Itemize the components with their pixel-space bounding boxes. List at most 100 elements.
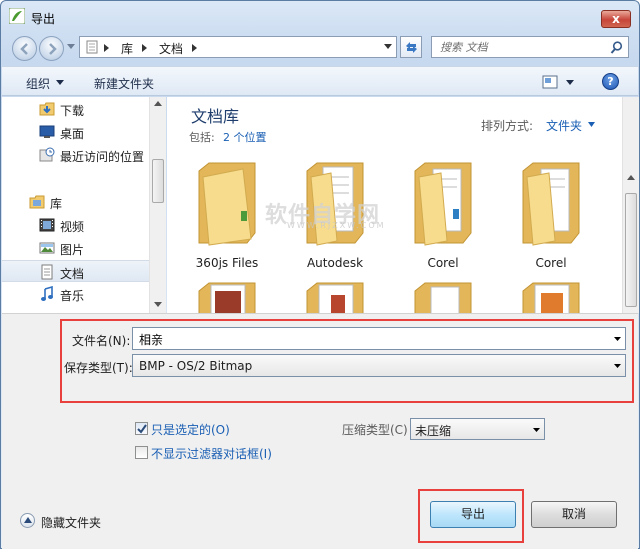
file-item-label: Corel <box>427 256 459 270</box>
no-filter-dialog-checkbox[interactable] <box>135 446 148 459</box>
picture-library-icon <box>39 242 55 254</box>
save-type-value: BMP - OS/2 Bitmap <box>139 359 253 373</box>
chevron-down-icon[interactable] <box>533 428 540 432</box>
address-bar[interactable]: 库 文档 <box>79 36 397 58</box>
folder-item-row2[interactable] <box>177 279 277 313</box>
folder-with-pictures-icon <box>198 282 256 313</box>
export-dialog: 导出 x 库 文档 搜索 文档 组织 新建文件夹 ? 下载 桌面 最近访问的位置… <box>0 0 640 549</box>
folder-icon <box>198 162 256 246</box>
file-item-label: Autodesk <box>306 256 364 270</box>
folder-with-documents-icon <box>414 162 472 246</box>
chevron-down-icon[interactable] <box>614 364 621 368</box>
breadcrumb-separator-icon[interactable] <box>192 44 197 52</box>
folder-item-corel-2[interactable]: Corel <box>501 159 601 279</box>
breadcrumb-separator-icon[interactable] <box>104 44 109 52</box>
navigation-scrollbar[interactable] <box>149 97 166 313</box>
scroll-up-arrow-icon[interactable] <box>627 175 635 180</box>
library-includes-label: 包括: <box>189 131 215 144</box>
folder-item-row2[interactable] <box>285 279 385 313</box>
address-history-chevron-down-icon[interactable] <box>384 44 392 50</box>
hide-folders-label[interactable]: 隐藏文件夹 <box>41 514 101 531</box>
new-folder-button[interactable]: 新建文件夹 <box>94 75 154 92</box>
view-options-chevron-down-icon[interactable] <box>566 80 574 85</box>
search-icon[interactable] <box>610 41 623 54</box>
help-icon[interactable]: ? <box>602 73 619 90</box>
nav-item-videos[interactable]: 视频 <box>2 214 149 236</box>
nav-item-label: 音乐 <box>60 289 85 303</box>
scroll-down-arrow-icon[interactable] <box>154 302 162 307</box>
library-title: 文档库 <box>191 107 240 126</box>
save-options-area: 文件名(N): 保存类型(T): BMP - OS/2 Bitmap 只是选定的… <box>2 313 638 549</box>
nav-item-label: 库 <box>50 197 63 211</box>
recent-places-icon <box>39 147 55 162</box>
search-box[interactable] <box>431 36 629 58</box>
command-toolbar: 组织 新建文件夹 ? <box>2 66 638 96</box>
nav-item-music[interactable]: 音乐 <box>2 283 149 305</box>
nav-item-label: 图片 <box>60 243 85 257</box>
file-item-label: 360js Files <box>195 256 259 270</box>
cancel-button[interactable]: 取消 <box>531 501 617 528</box>
compression-type-label: 压缩类型(C) <box>342 423 408 437</box>
filename-input[interactable] <box>137 331 597 347</box>
arrange-by-dropdown[interactable]: 文件夹 <box>546 117 582 134</box>
nav-item-libraries[interactable]: 库 <box>2 191 149 213</box>
checkmark-icon <box>137 424 147 434</box>
file-list-pane: 文档库 包括: 2 个位置 排列方式: 文件夹 360js Files Auto… <box>167 97 622 313</box>
arrange-chevron-down-icon[interactable] <box>588 122 595 127</box>
folder-item-360js-files[interactable]: 360js Files <box>177 159 277 279</box>
export-button[interactable]: 导出 <box>430 501 516 528</box>
refresh-icon <box>406 42 417 53</box>
video-library-icon <box>39 218 55 232</box>
file-list-scrollbar[interactable] <box>622 97 639 313</box>
refresh-button[interactable] <box>400 36 422 58</box>
arrange-by-label: 排列方式: <box>481 119 534 133</box>
document-library-icon <box>41 264 53 280</box>
folder-item-row2[interactable] <box>501 279 601 313</box>
nav-item-label: 视频 <box>60 220 85 234</box>
only-selected-checkbox[interactable] <box>135 422 148 435</box>
library-locations-link[interactable]: 2 个位置 <box>223 129 267 145</box>
forward-button[interactable] <box>39 36 64 61</box>
window-title: 导出 <box>31 12 56 26</box>
close-button[interactable]: x <box>601 10 631 28</box>
nav-item-recent-places[interactable]: 最近访问的位置 <box>2 144 149 166</box>
nav-item-documents[interactable]: 文档 <box>2 260 149 282</box>
organize-chevron-down-icon[interactable] <box>56 80 64 85</box>
folder-item-row2[interactable] <box>393 279 493 313</box>
organize-button[interactable]: 组织 <box>26 75 50 92</box>
save-type-label: 保存类型(T): <box>64 361 133 375</box>
filename-combobox[interactable] <box>132 327 626 350</box>
nav-item-label: 下载 <box>60 104 85 118</box>
no-filter-dialog-label[interactable]: 不显示过滤器对话框(I) <box>151 445 272 462</box>
scroll-up-arrow-icon[interactable] <box>154 101 162 106</box>
music-library-icon <box>41 286 53 301</box>
arrow-right-icon <box>49 43 57 55</box>
scrollbar-thumb[interactable] <box>625 193 637 307</box>
coreldraw-app-icon <box>9 8 25 24</box>
title-bar: 导出 x <box>1 1 639 31</box>
nav-item-label: 文档 <box>60 267 85 281</box>
nav-item-label: 最近访问的位置 <box>60 150 145 164</box>
chevron-down-icon[interactable] <box>614 337 621 341</box>
file-item-label: Corel <box>535 256 567 270</box>
collapse-up-icon[interactable] <box>20 513 35 528</box>
nav-item-desktop[interactable]: 桌面 <box>2 121 149 143</box>
navigation-pane: 下载 桌面 最近访问的位置 库 视频 图片 文档 音乐 <box>2 97 149 313</box>
save-type-dropdown[interactable]: BMP - OS/2 Bitmap <box>132 354 626 377</box>
scrollbar-thumb[interactable] <box>152 159 164 203</box>
folder-with-pictures-icon <box>306 282 364 313</box>
folder-item-corel[interactable]: Corel <box>393 159 493 279</box>
breadcrumb-separator-icon[interactable] <box>142 44 147 52</box>
only-selected-label[interactable]: 只是选定的(O) <box>151 421 230 438</box>
back-button[interactable] <box>12 36 37 61</box>
nav-item-pictures[interactable]: 图片 <box>2 237 149 259</box>
recent-pages-chevron-down-icon[interactable] <box>67 44 75 50</box>
nav-item-downloads[interactable]: 下载 <box>2 98 149 120</box>
libraries-icon <box>29 195 45 209</box>
search-input[interactable] <box>438 39 598 55</box>
compression-type-dropdown[interactable]: 未压缩 <box>410 418 545 440</box>
breadcrumb-libraries[interactable]: 库 <box>121 40 133 57</box>
change-view-icon[interactable] <box>542 75 558 89</box>
desktop-icon <box>39 125 55 138</box>
breadcrumb-documents[interactable]: 文档 <box>159 40 183 57</box>
